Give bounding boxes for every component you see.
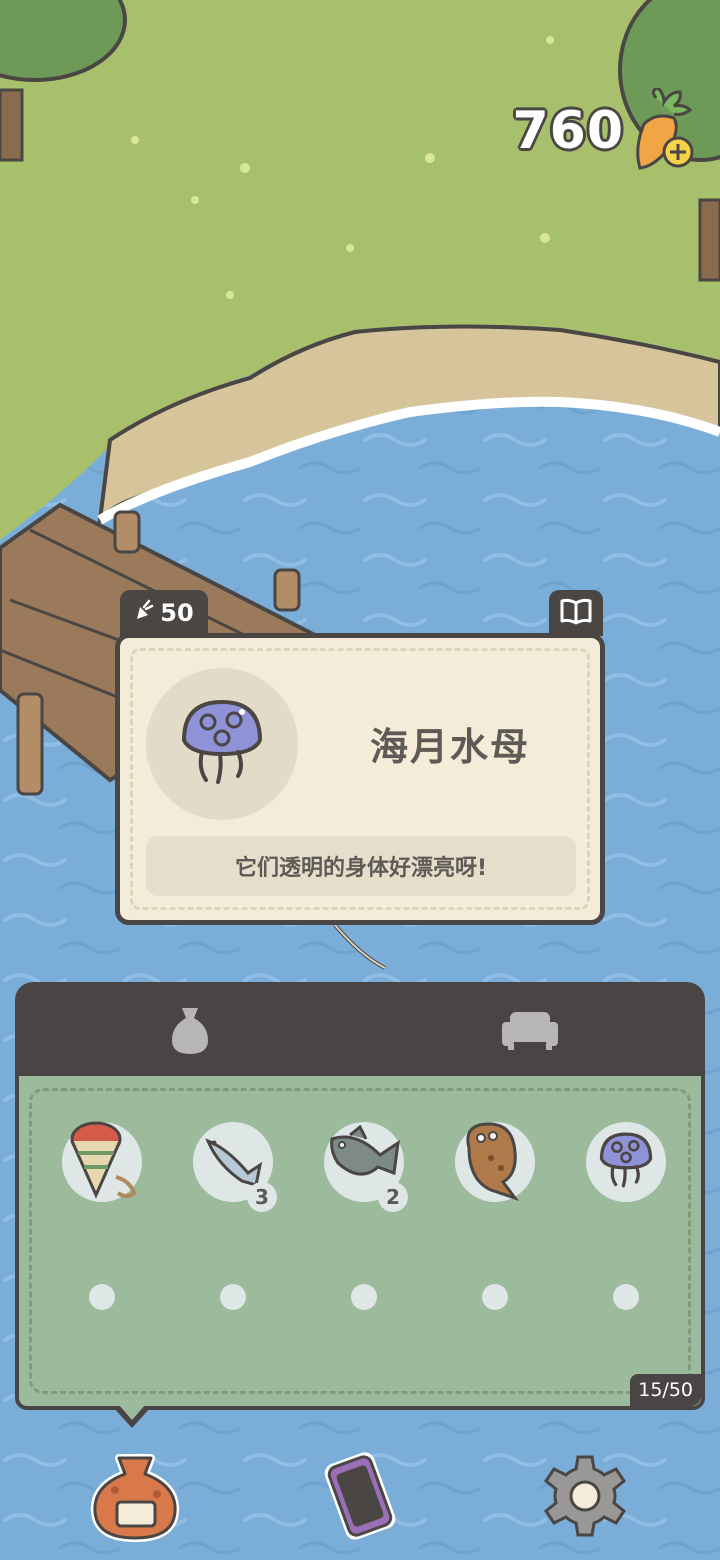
tab-bag[interactable] [130, 992, 250, 1072]
currency-amount: 760 [512, 101, 624, 161]
moon-jellyfish-icon [174, 692, 270, 796]
settings-button[interactable] [535, 1450, 635, 1546]
empty-slot[interactable] [220, 1284, 246, 1310]
inventory-slot-flatfish[interactable] [455, 1122, 535, 1202]
item-portrait [146, 668, 298, 820]
flatfish-icon [455, 1118, 535, 1206]
currency-display[interactable]: 760 [512, 86, 698, 174]
empty-slot[interactable] [351, 1284, 377, 1310]
spinning-top-icon [64, 1117, 140, 1207]
book-icon [559, 597, 593, 629]
tab-furniture[interactable] [470, 992, 590, 1072]
encyclopedia-button[interactable] [549, 590, 603, 636]
item-description: 它们透明的身体好漂亮呀! [146, 836, 576, 896]
inventory-slot-small-fish[interactable]: 3 [193, 1122, 277, 1212]
item-count: 3 [247, 1182, 277, 1212]
item-info-card: 海月水母 它们透明的身体好漂亮呀! [115, 633, 605, 925]
carrot-icon [134, 599, 154, 627]
inventory-slot-bass[interactable]: 2 [324, 1122, 408, 1212]
price-value: 50 [160, 599, 194, 627]
panel-pointer-fill [118, 1404, 146, 1420]
inventory-capacity: 15/50 [630, 1374, 701, 1406]
item-count: 2 [378, 1182, 408, 1212]
carrot-plus-icon[interactable] [634, 86, 698, 174]
bag-button[interactable] [85, 1450, 185, 1546]
inventory-slot-moon-jellyfish[interactable] [586, 1122, 666, 1202]
sack-icon [170, 1004, 210, 1060]
price-tag: 50 [120, 590, 208, 636]
empty-slot[interactable] [482, 1284, 508, 1310]
sofa-icon [500, 1008, 560, 1056]
phone-button[interactable] [310, 1450, 410, 1546]
inventory-grid: 3 2 15/50 [15, 1076, 705, 1410]
inventory-tabs [15, 982, 705, 1078]
inventory-slot-spinning-top[interactable] [62, 1121, 142, 1202]
moon-jellyfish-icon [595, 1127, 657, 1197]
empty-slot[interactable] [613, 1284, 639, 1310]
inventory-panel: 3 2 15/50 [15, 982, 705, 1410]
bag-icon [89, 1450, 181, 1546]
gear-icon [540, 1451, 630, 1545]
empty-slot[interactable] [89, 1284, 115, 1310]
phone-icon [312, 1448, 408, 1548]
item-name: 海月水母 [369, 725, 530, 769]
